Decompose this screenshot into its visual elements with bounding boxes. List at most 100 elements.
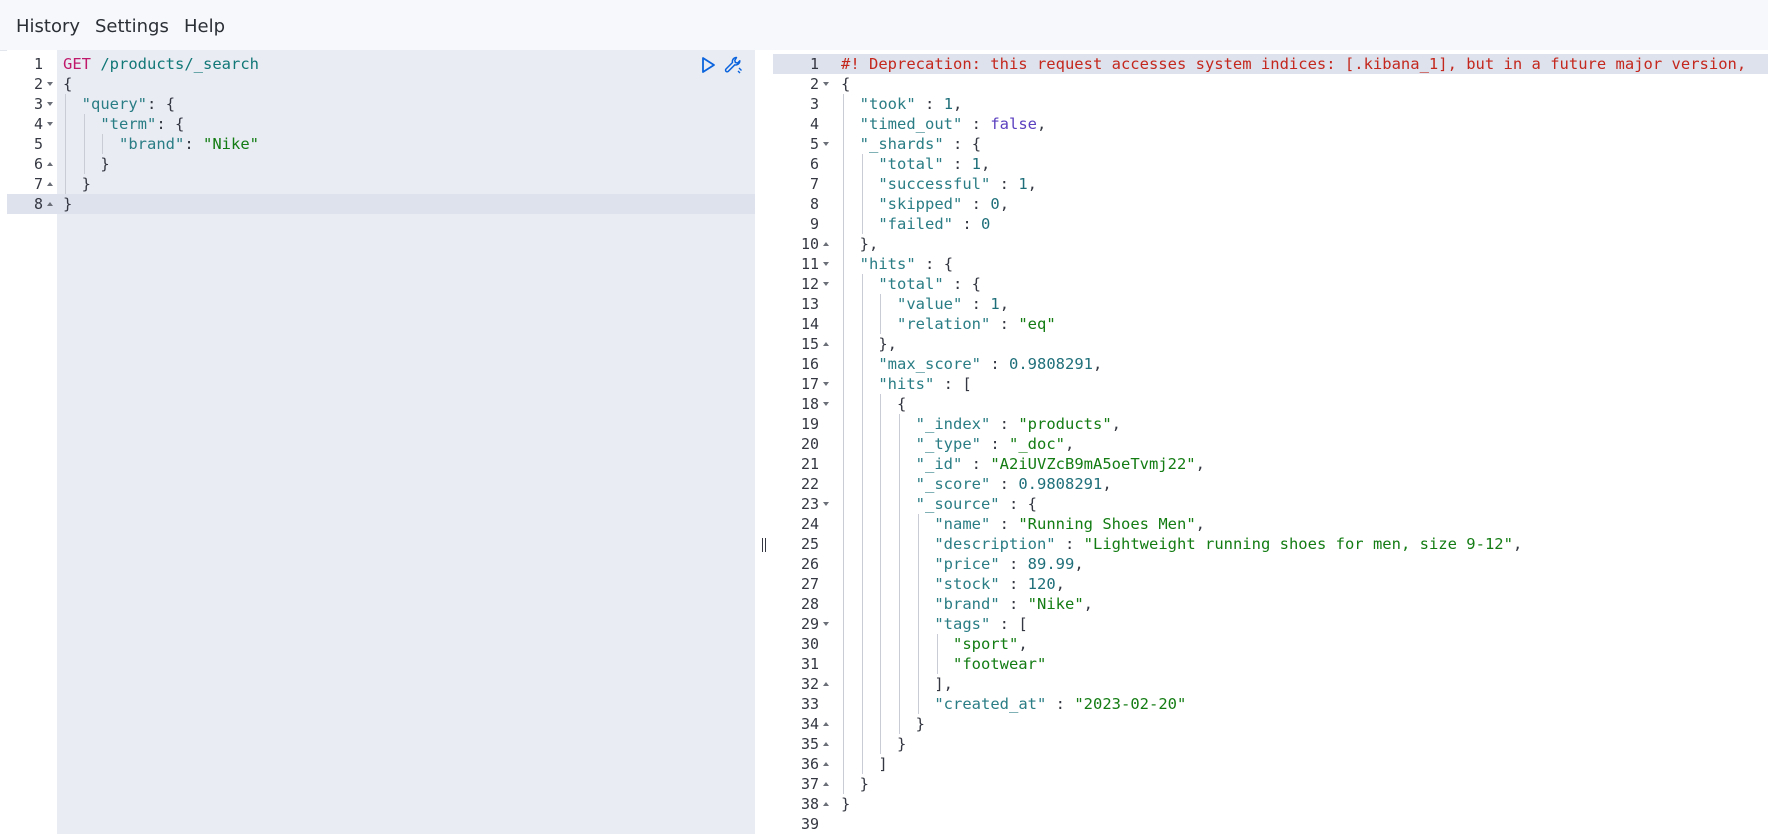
- response-code-line: {: [897, 395, 907, 413]
- response-line-number: 37: [800, 775, 819, 793]
- request-code-line: }: [63, 195, 73, 213]
- response-line-number: 31: [800, 655, 819, 673]
- request-line-gutter: 1 2 3 4 5 6 7 8: [7, 50, 57, 834]
- request-code-line: }: [81, 175, 92, 193]
- response-code-line: "price" : 89.99,: [934, 555, 1084, 573]
- request-code-area[interactable]: GET /products/_search { "query": { "term"…: [57, 50, 755, 834]
- response-code-line: "tags" : [: [934, 615, 1028, 633]
- response-line-number: 22: [800, 475, 819, 493]
- response-code-line: "sport",: [952, 635, 1028, 653]
- fold-collapse-icon[interactable]: [823, 262, 829, 266]
- response-code-line: [841, 814, 1768, 834]
- fold-collapse-icon[interactable]: [823, 142, 829, 146]
- response-line-number: 18: [800, 395, 819, 413]
- request-editor[interactable]: 1 2 3 4 5 6 7 8 GET /products/_search { "query":…: [7, 50, 755, 834]
- request-line-number: 2: [33, 75, 43, 93]
- fold-collapse-icon[interactable]: [823, 402, 829, 406]
- response-line-number: 13: [800, 295, 819, 313]
- response-line-number: 26: [800, 555, 819, 573]
- response-code-line: "_index" : "products",: [915, 415, 1121, 433]
- fold-expand-icon[interactable]: [823, 342, 829, 346]
- pane-resize-divider[interactable]: [755, 50, 773, 834]
- drag-handle-icon[interactable]: [761, 537, 767, 553]
- response-code-line: {: [841, 75, 851, 93]
- response-line-number: 6: [809, 155, 819, 173]
- response-code-line: },: [878, 335, 898, 353]
- response-line-number: 39: [800, 815, 819, 833]
- response-line-number: 7: [809, 175, 819, 193]
- fold-expand-icon[interactable]: [823, 802, 829, 806]
- response-line-number: 38: [800, 795, 819, 813]
- response-code-line: "_source" : {: [915, 495, 1038, 513]
- response-line-number: 11: [800, 255, 819, 273]
- response-line-number: 25: [800, 535, 819, 553]
- request-line-number: 8: [33, 195, 43, 213]
- fold-collapse-icon[interactable]: [823, 502, 829, 506]
- response-line-number: 27: [800, 575, 819, 593]
- response-code-line: "footwear": [952, 655, 1047, 673]
- menu-help[interactable]: Help: [184, 16, 225, 38]
- fold-expand-icon[interactable]: [47, 182, 53, 186]
- response-line-number: 14: [800, 315, 819, 333]
- fold-collapse-icon[interactable]: [47, 122, 53, 126]
- menu-history[interactable]: History: [16, 16, 80, 38]
- response-code-area[interactable]: #! Deprecation: this request accesses sy…: [835, 50, 1768, 834]
- response-line-number: 3: [809, 95, 819, 113]
- fold-collapse-icon[interactable]: [47, 82, 53, 86]
- response-code-line: "_shards" : {: [859, 135, 982, 153]
- request-code-line: GET /products/_search: [63, 55, 259, 73]
- response-code-line: #! Deprecation: this request accesses sy…: [841, 55, 1747, 73]
- request-line-number: 1: [33, 55, 43, 73]
- response-line-number: 36: [800, 755, 819, 773]
- request-line-number: 5: [33, 135, 43, 153]
- request-code-line: {: [63, 75, 73, 93]
- response-line-number: 24: [800, 515, 819, 533]
- response-code-line: "name" : "Running Shoes Men",: [934, 515, 1205, 533]
- fold-expand-icon[interactable]: [823, 722, 829, 726]
- response-line-number: 33: [800, 695, 819, 713]
- response-viewer[interactable]: 1 2 3 4 5 6 7 8 9 10 11 12 13 14 15 16 17 18 19 20 21 22 23 24 2…: [773, 50, 1768, 834]
- response-code-line: ],: [934, 675, 954, 693]
- response-code-line: },: [859, 235, 879, 253]
- response-code-line: "brand" : "Nike",: [934, 595, 1094, 613]
- response-line-number: 34: [800, 715, 819, 733]
- response-line-number: 9: [809, 215, 819, 233]
- response-line-number: 19: [800, 415, 819, 433]
- fold-expand-icon[interactable]: [47, 162, 53, 166]
- response-code-line: }: [841, 795, 851, 813]
- response-line-number: 35: [800, 735, 819, 753]
- response-code-line: "relation" : "eq": [897, 315, 1056, 333]
- fold-expand-icon[interactable]: [47, 202, 53, 206]
- fold-expand-icon[interactable]: [823, 242, 829, 246]
- response-line-number: 23: [800, 495, 819, 513]
- response-line-number: 5: [809, 135, 819, 153]
- response-code-line: "total" : {: [878, 275, 982, 293]
- response-line-number: 32: [800, 675, 819, 693]
- response-line-number: 16: [800, 355, 819, 373]
- fold-collapse-icon[interactable]: [823, 382, 829, 386]
- response-code-line: "stock" : 120,: [934, 575, 1066, 593]
- request-line-number: 7: [33, 175, 43, 193]
- fold-collapse-icon[interactable]: [823, 622, 829, 626]
- response-code-line: "max_score" : 0.9808291,: [878, 355, 1103, 373]
- response-line-number: 2: [809, 75, 819, 93]
- response-code-line: "hits" : [: [878, 375, 972, 393]
- fold-collapse-icon[interactable]: [823, 282, 829, 286]
- response-line-number: 21: [800, 455, 819, 473]
- menu-settings[interactable]: Settings: [95, 16, 169, 38]
- fold-expand-icon[interactable]: [823, 682, 829, 686]
- response-code-line: "failed" : 0: [878, 215, 991, 233]
- fold-expand-icon[interactable]: [823, 762, 829, 766]
- request-line-number: 4: [33, 115, 43, 133]
- response-code-line: "skipped" : 0,: [878, 195, 1010, 213]
- fold-expand-icon[interactable]: [823, 782, 829, 786]
- response-line-number: 29: [800, 615, 819, 633]
- fold-collapse-icon[interactable]: [47, 102, 53, 106]
- fold-collapse-icon[interactable]: [823, 82, 829, 86]
- response-line-number: 28: [800, 595, 819, 613]
- request-line-number: 6: [33, 155, 43, 173]
- response-code-line: "total" : 1,: [878, 155, 991, 173]
- response-line-number: 1: [809, 55, 819, 73]
- response-code-line: "_id" : "A2iUVZcB9mA5oeTvmj22",: [915, 455, 1205, 473]
- fold-expand-icon[interactable]: [823, 742, 829, 746]
